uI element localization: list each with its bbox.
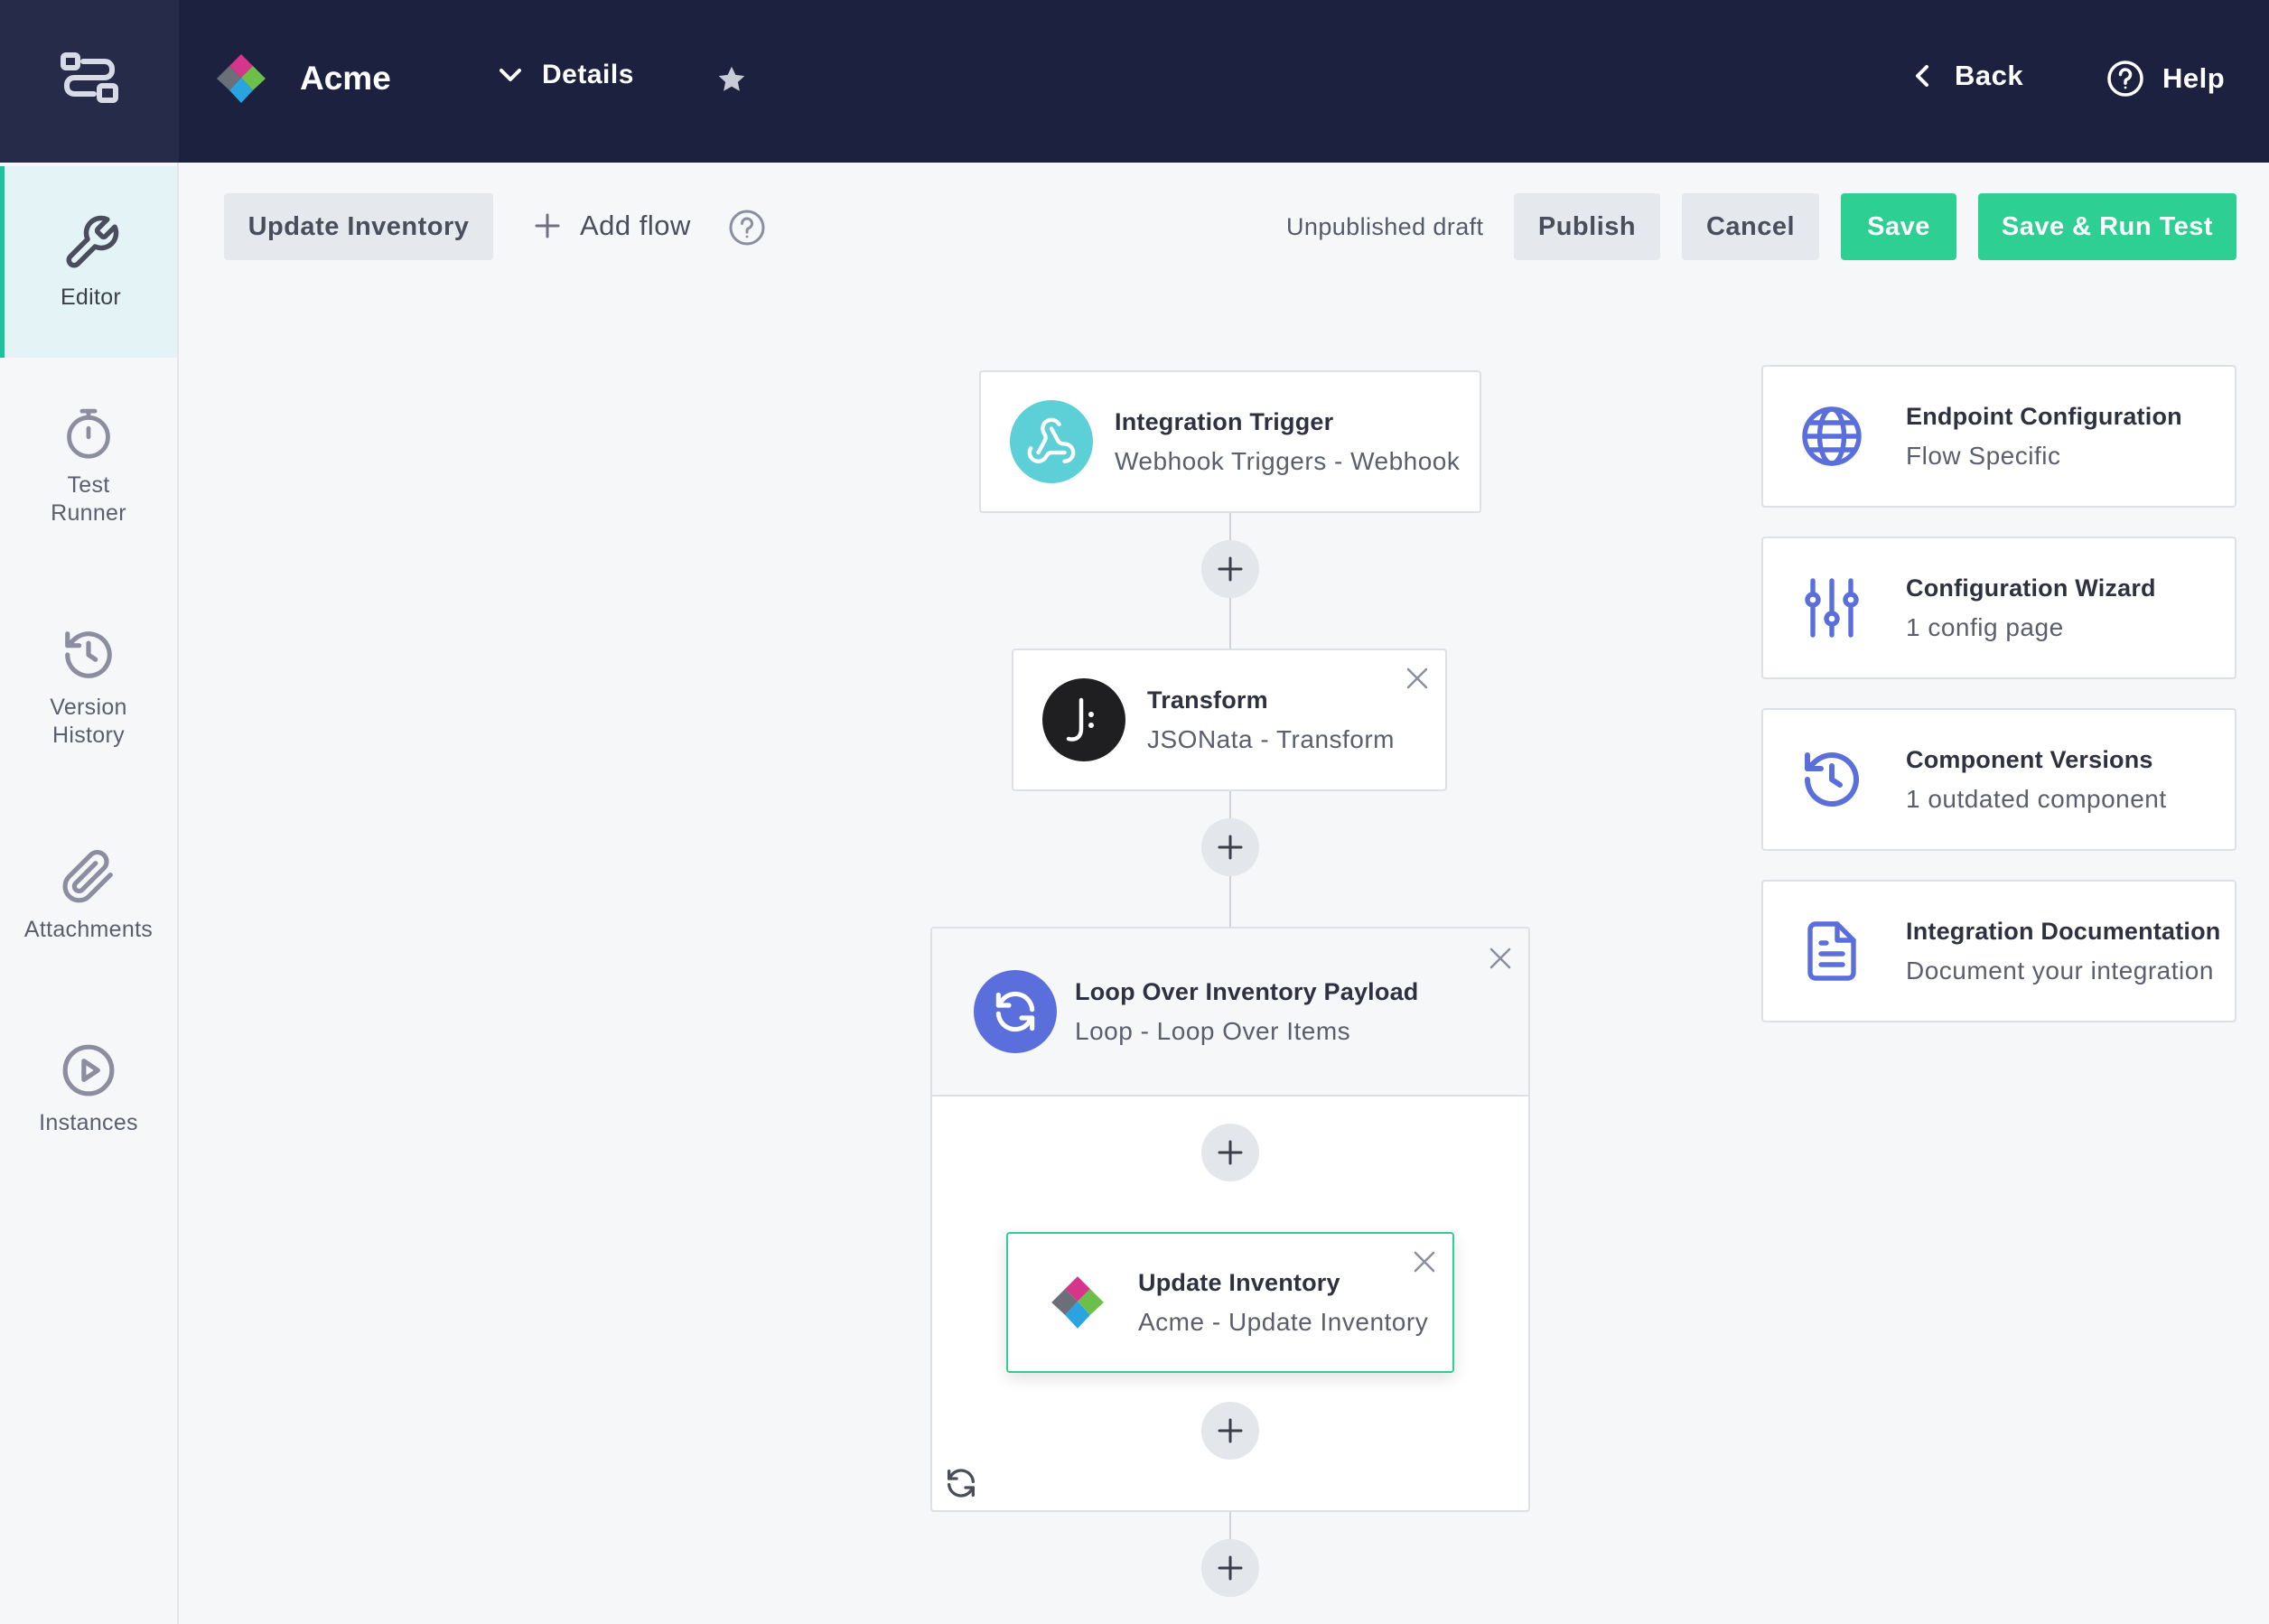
flow-logo-icon	[61, 52, 118, 103]
document-icon	[1807, 921, 1856, 981]
history-icon	[1805, 752, 1859, 807]
sidebar-item-label: Attachments	[23, 917, 154, 942]
jsonata-icon	[1042, 678, 1125, 761]
add-step-button[interactable]	[1201, 540, 1259, 598]
close-icon[interactable]	[1489, 947, 1512, 970]
step-title: Update Inventory	[1138, 1268, 1340, 1296]
sidebar-item-attachments[interactable]: Attachments	[0, 849, 177, 957]
help-circle-icon[interactable]	[728, 209, 766, 247]
paperclip-icon	[62, 850, 113, 903]
close-icon[interactable]	[1413, 1250, 1436, 1274]
draft-status: Unpublished draft	[1286, 213, 1484, 240]
panel-title: Component Versions	[1906, 745, 2153, 773]
acme-logo-icon	[217, 54, 266, 103]
panel-subtitle: 1 config page	[1906, 612, 2064, 641]
details-dropdown[interactable]: Details	[499, 60, 634, 90]
add-step-button[interactable]	[1201, 1124, 1259, 1181]
chevron-down-icon	[500, 69, 521, 81]
help-label: Help	[2162, 62, 2226, 94]
panel-endpoint-configuration[interactable]: Endpoint Configuration Flow Specific	[1761, 365, 2236, 508]
wrench-icon	[66, 215, 118, 267]
top-bar: Acme Details Back Help	[0, 0, 2269, 163]
step-transform[interactable]: Transform JSONata - Transform	[1012, 649, 1447, 791]
add-step-button[interactable]	[1201, 818, 1259, 876]
publish-button[interactable]: Publish	[1514, 193, 1660, 260]
panel-title: Endpoint Configuration	[1906, 402, 2182, 430]
sidebar-item-label: Editor	[60, 284, 122, 310]
step-subtitle: Acme - Update Inventory	[1138, 1307, 1429, 1336]
close-icon[interactable]	[1405, 667, 1429, 690]
save-button[interactable]: Save	[1841, 193, 1956, 260]
step-title: Integration Trigger	[1115, 407, 1334, 435]
panel-component-versions[interactable]: Component Versions 1 outdated component	[1761, 708, 2236, 851]
sidebar-item-version-history[interactable]: Version History	[0, 627, 177, 762]
help-button[interactable]: Help	[2106, 60, 2225, 98]
globe-icon	[1802, 406, 1862, 466]
back-button[interactable]: Back	[1915, 60, 2023, 92]
sidebar-item-label: Version History	[50, 695, 127, 748]
sidebar-item-editor[interactable]: Editor	[0, 166, 177, 358]
step-integration-trigger[interactable]: Integration Trigger Webhook Triggers - W…	[979, 370, 1481, 513]
details-label: Details	[542, 60, 634, 89]
loop-refresh-icon[interactable]	[943, 1465, 979, 1501]
panel-configuration-wizard[interactable]: Configuration Wizard 1 config page	[1761, 537, 2236, 679]
plus-icon	[1218, 1140, 1243, 1165]
star-icon[interactable]	[715, 63, 748, 96]
panel-subtitle: Document your integration	[1906, 956, 2214, 985]
back-label: Back	[1955, 60, 2024, 91]
step-subtitle: Loop - Loop Over Items	[1075, 1016, 1351, 1045]
step-subtitle: Webhook Triggers - Webhook	[1115, 446, 1461, 475]
panel-integration-documentation[interactable]: Integration Documentation Document your …	[1761, 880, 2236, 1022]
stopwatch-icon	[67, 408, 110, 459]
step-title: Loop Over Inventory Payload	[1075, 977, 1419, 1005]
play-circle-icon	[62, 1044, 115, 1097]
sliders-icon	[1805, 578, 1859, 638]
step-loop-over-inventory[interactable]: Loop Over Inventory Payload Loop - Loop …	[932, 929, 1528, 1097]
plus-icon	[1218, 835, 1243, 860]
add-step-button[interactable]	[1201, 1539, 1259, 1597]
plus-icon	[1218, 556, 1243, 582]
step-subtitle: JSONata - Transform	[1147, 724, 1396, 753]
add-step-button[interactable]	[1201, 1402, 1259, 1460]
chevron-left-icon	[1916, 65, 1928, 87]
brand-name: Acme	[300, 60, 391, 97]
customer-brand: Acme	[215, 52, 391, 105]
add-flow-button[interactable]: Add flow	[535, 210, 691, 242]
loop-icon	[974, 970, 1057, 1053]
sidebar: Editor Test Runner Version History Attac…	[0, 163, 179, 1624]
sidebar-item-instances[interactable]: Instances	[0, 1042, 177, 1151]
cancel-button[interactable]: Cancel	[1682, 193, 1819, 260]
sidebar-item-test-runner[interactable]: Test Runner	[0, 405, 177, 540]
webhook-icon	[1010, 400, 1093, 483]
panel-subtitle: 1 outdated component	[1906, 784, 2167, 813]
history-icon	[65, 631, 112, 678]
help-circle-icon	[2107, 61, 2143, 97]
add-flow-label: Add flow	[580, 210, 691, 241]
step-update-inventory[interactable]: Update Inventory Acme - Update Inventory	[1006, 1232, 1454, 1373]
panel-title: Configuration Wizard	[1906, 574, 2156, 602]
plus-icon	[1218, 1555, 1243, 1581]
step-title: Transform	[1147, 686, 1268, 714]
sidebar-item-label: Test Runner	[51, 472, 126, 526]
panel-subtitle: Flow Specific	[1906, 441, 2061, 470]
plus-icon	[1218, 1418, 1243, 1443]
acme-logo-icon	[1051, 1276, 1104, 1329]
save-run-test-button[interactable]: Save & Run Test	[1978, 193, 2236, 260]
flow-tab-update-inventory[interactable]: Update Inventory	[224, 193, 493, 260]
app-logo[interactable]	[0, 0, 179, 163]
panel-title: Integration Documentation	[1906, 917, 2221, 945]
plus-icon	[535, 213, 560, 238]
sidebar-item-label: Instances	[39, 1110, 138, 1135]
